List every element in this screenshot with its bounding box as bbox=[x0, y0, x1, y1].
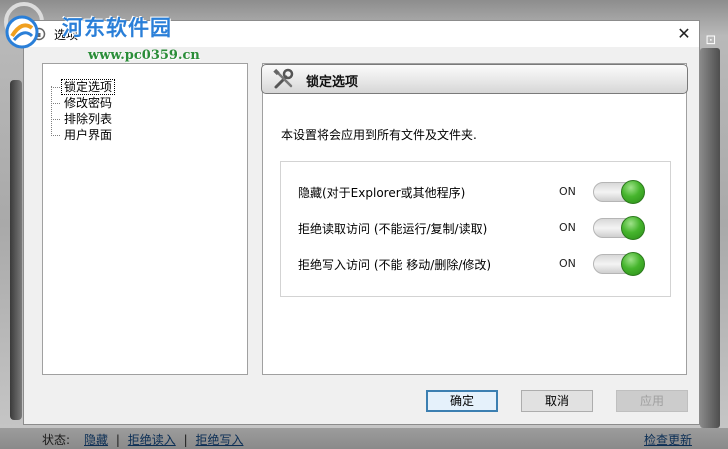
toggle-knob bbox=[621, 216, 645, 240]
toggle-knob bbox=[621, 180, 645, 204]
deny-write-toggle[interactable] bbox=[593, 252, 645, 276]
deny-read-toggle[interactable] bbox=[593, 216, 645, 240]
tree-item-user-interface[interactable]: 用户界面 bbox=[51, 127, 114, 143]
option-label-deny-read: 拒绝读取访问 (不能运行/复制/读取) bbox=[298, 222, 488, 236]
check-update-link[interactable]: 检查更新 bbox=[644, 431, 692, 448]
options-tree: 锁定选项 修改密码 排除列表 用户界面 bbox=[42, 63, 248, 375]
option-row-hide: 隐藏(对于Explorer或其他程序) ON bbox=[281, 180, 670, 204]
tree-item-label: 修改密码 bbox=[64, 96, 113, 110]
watermark-title: 河东软件园 bbox=[62, 15, 172, 40]
close-button[interactable]: ✕ bbox=[669, 21, 699, 47]
option-state-deny-read: ON bbox=[559, 221, 576, 234]
hide-toggle[interactable] bbox=[593, 180, 645, 204]
option-row-deny-write: 拒绝写入访问 (不能 移动/删除/修改) ON bbox=[281, 252, 670, 276]
background-right-frame bbox=[700, 48, 720, 428]
section-title: 锁定选项 bbox=[306, 75, 359, 90]
tree-item-label: 锁定选项 bbox=[60, 79, 116, 95]
option-row-deny-read: 拒绝读取访问 (不能运行/复制/读取) ON bbox=[281, 216, 670, 240]
options-dialog: 选项 ✕ 锁定选项 修改密码 排除列表 用户界面 锁定选项 本设置将会应用到所有… bbox=[23, 20, 700, 425]
background-window-icon[interactable]: ⊡ bbox=[700, 34, 722, 48]
content-panel: 锁定选项 本设置将会应用到所有文件及文件夹. 隐藏(对于Explorer或其他程… bbox=[261, 63, 688, 375]
status-link-hide[interactable]: 隐藏 bbox=[84, 433, 108, 447]
option-state-deny-write: ON bbox=[559, 257, 576, 270]
lock-options-group: 隐藏(对于Explorer或其他程序) ON 拒绝读取访问 (不能运行/复制/读… bbox=[280, 161, 671, 297]
toggle-knob bbox=[621, 252, 645, 276]
tree-item-lock-options[interactable]: 锁定选项 bbox=[51, 79, 116, 95]
background-left-frame bbox=[10, 80, 22, 420]
option-label-deny-write: 拒绝写入访问 (不能 移动/删除/修改) bbox=[298, 258, 492, 272]
tree-item-exclusion-list[interactable]: 排除列表 bbox=[51, 111, 114, 127]
status-label: 状态: bbox=[42, 433, 71, 447]
status-link-deny-read[interactable]: 拒绝读入 bbox=[128, 433, 176, 447]
status-link-deny-write[interactable]: 拒绝写入 bbox=[195, 433, 243, 447]
option-label-hide: 隐藏(对于Explorer或其他程序) bbox=[298, 186, 466, 200]
option-state-hide: ON bbox=[559, 185, 576, 198]
status-separator: | bbox=[183, 433, 188, 447]
apply-button[interactable]: 应用 bbox=[616, 390, 688, 412]
watermark-logo-icon bbox=[5, 15, 39, 49]
cancel-button[interactable]: 取消 bbox=[521, 390, 593, 412]
status-bar: 状态: 隐藏 | 拒绝读入 | 拒绝写入 检查更新 bbox=[0, 428, 728, 449]
ok-button[interactable]: 确定 bbox=[426, 390, 498, 412]
tree-item-label: 排除列表 bbox=[64, 112, 113, 126]
tree-item-change-password[interactable]: 修改密码 bbox=[51, 95, 114, 111]
settings-description: 本设置将会应用到所有文件及文件夹. bbox=[281, 128, 477, 142]
tree-item-label: 用户界面 bbox=[64, 128, 113, 142]
status-separator: | bbox=[115, 433, 120, 447]
watermark-url: www.pc0359.cn bbox=[88, 48, 200, 63]
section-header: 锁定选项 bbox=[261, 64, 688, 94]
tools-icon bbox=[273, 68, 294, 89]
status-links: 隐藏 | 拒绝读入 | 拒绝写入 bbox=[84, 431, 243, 448]
